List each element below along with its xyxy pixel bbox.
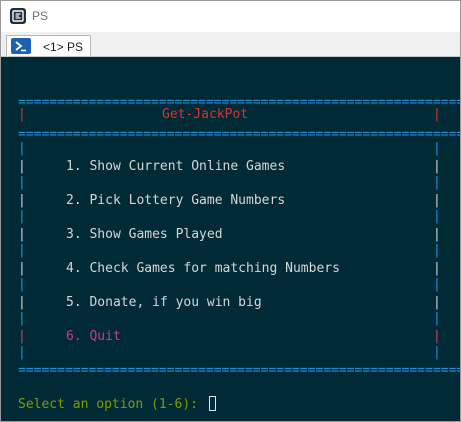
side-bar: |	[18, 141, 26, 156]
window-title: PS	[32, 9, 49, 23]
title-bar[interactable]: PS	[1, 1, 460, 33]
side-bar: |	[433, 311, 441, 326]
banner-bar-left: |	[18, 107, 26, 122]
menu-item-5: 5. Donate, if you win big	[66, 295, 262, 310]
input-prompt: Select an option (1-6):	[18, 397, 206, 412]
side-bar: |	[18, 159, 26, 174]
side-bar: |	[433, 159, 441, 174]
side-bar: |	[18, 261, 26, 276]
menu-item-3: 3. Show Games Played	[66, 227, 223, 242]
side-bar: |	[433, 329, 441, 344]
side-bar: |	[433, 295, 441, 310]
side-bar: |	[18, 277, 26, 292]
console-output[interactable]: ========================================…	[1, 57, 460, 421]
menu-item-4: 4. Check Games for matching Numbers	[66, 261, 340, 276]
terminal-window: PS <1> PS ==============================…	[0, 0, 461, 422]
menu-item-2: 2. Pick Lottery Game Numbers	[66, 193, 286, 208]
menu-item-1: 1. Show Current Online Games	[66, 159, 286, 174]
side-bar: |	[18, 193, 26, 208]
tab-label: <1> PS	[43, 40, 84, 54]
powershell-icon	[11, 38, 31, 54]
side-bar: |	[433, 209, 441, 224]
side-bar: |	[433, 227, 441, 242]
console-icon	[10, 8, 26, 24]
side-bar: |	[18, 311, 26, 326]
tab-strip: <1> PS	[1, 32, 460, 57]
side-bar: |	[18, 329, 26, 344]
banner-title: Get-JackPot	[162, 107, 249, 122]
menu-item-6: 6. Quit	[66, 329, 121, 344]
side-bar: |	[18, 175, 26, 190]
side-bar: |	[433, 277, 441, 292]
side-bar: |	[433, 141, 441, 156]
side-bar: |	[433, 243, 441, 258]
side-bar: |	[433, 193, 441, 208]
tab-ps[interactable]: <1> PS	[6, 35, 91, 56]
side-bar: |	[18, 227, 26, 242]
side-bar: |	[433, 175, 441, 190]
side-bar: |	[18, 243, 26, 258]
text-cursor[interactable]	[209, 396, 216, 411]
side-bar: |	[18, 295, 26, 310]
separator-middle: ========================================…	[18, 127, 461, 142]
separator-bottom: ========================================…	[18, 363, 461, 378]
banner-bar-right: |	[433, 107, 441, 122]
side-bar: |	[433, 345, 441, 360]
side-bar: |	[18, 209, 26, 224]
side-bar: |	[433, 261, 441, 276]
side-bar: |	[18, 345, 26, 360]
